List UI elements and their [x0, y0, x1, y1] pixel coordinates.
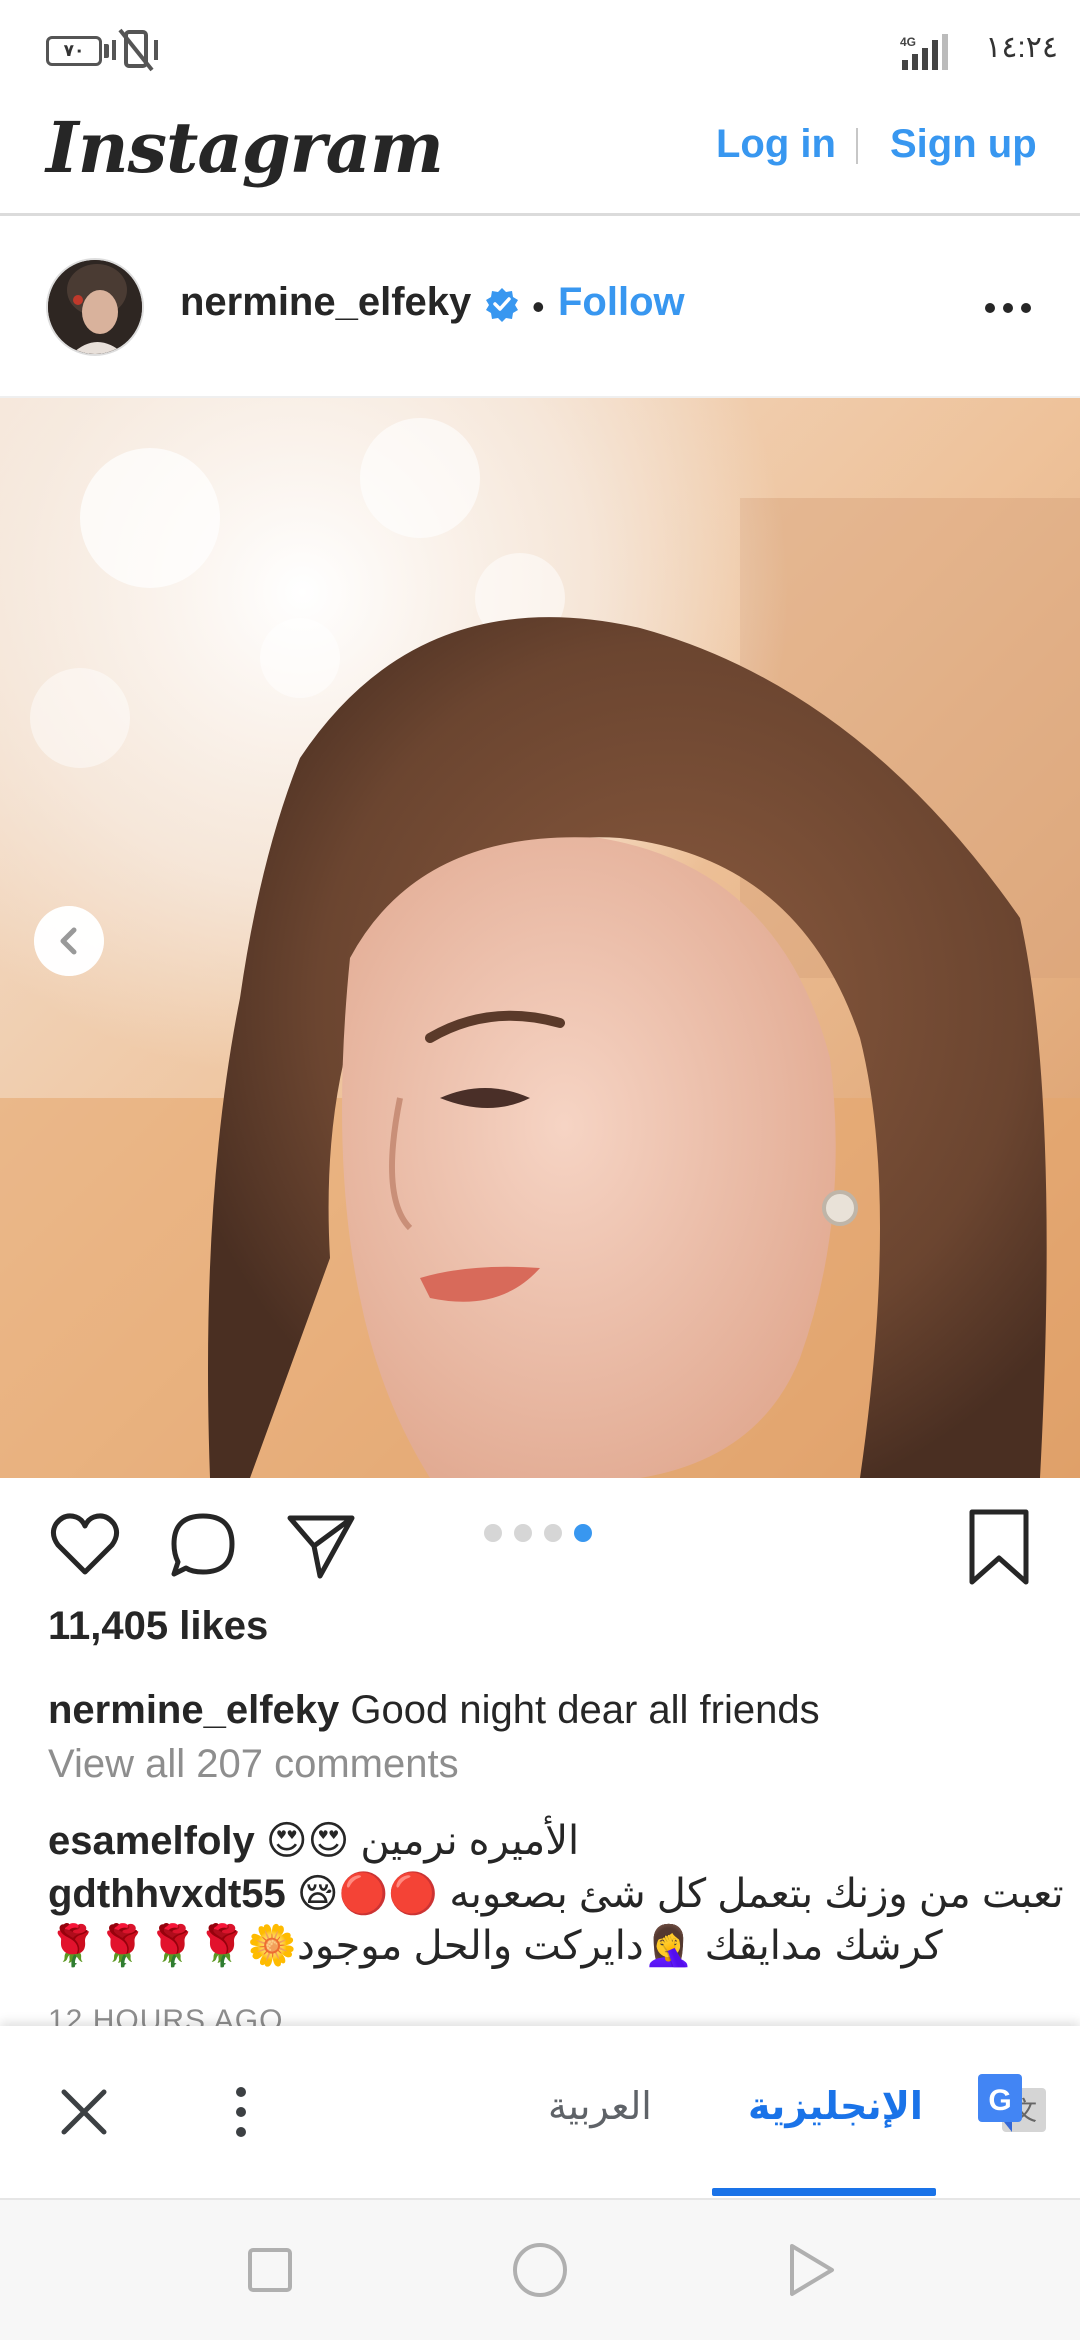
comment-2-continued: 🌹🌹🌹🌹🌼كرشك مدايقك 🤦‍♀️دايركت والحل موجود — [48, 1922, 1038, 1969]
caption-text: Good night dear all friends — [350, 1688, 820, 1732]
carousel-dot — [514, 1524, 532, 1542]
like-heart-icon[interactable] — [48, 1508, 122, 1582]
view-all-comments-link[interactable]: View all 207 comments — [48, 1742, 459, 1787]
verified-badge-icon — [486, 288, 518, 322]
comment-icon[interactable] — [166, 1508, 240, 1582]
target-language-tab[interactable]: الإنجليزية — [748, 2084, 923, 2129]
battery-level: ٧٠ — [63, 41, 85, 60]
back-icon[interactable] — [778, 2238, 842, 2302]
instagram-logo[interactable]: Instagram — [46, 106, 444, 189]
comment-username[interactable]: esamelfoly — [48, 1819, 255, 1863]
more-options-icon[interactable] — [982, 288, 1034, 328]
bookmark-icon[interactable] — [966, 1508, 1032, 1586]
post-caption: nermine_elfeky Good night dear all frien… — [48, 1688, 820, 1733]
clock: ١٤:٢٤ — [985, 31, 1058, 64]
post-photo[interactable] — [0, 398, 1080, 1478]
mute-icon — [112, 28, 158, 72]
comment-text: 😪🔴🔴 تعبت من وزنك بتعمل كل شئ بصعوبه — [296, 1872, 1064, 1916]
carousel-dot — [484, 1524, 502, 1542]
login-link[interactable]: Log in — [716, 122, 836, 167]
carousel-dot — [544, 1524, 562, 1542]
close-icon[interactable] — [56, 2084, 112, 2140]
active-tab-indicator — [712, 2188, 936, 2196]
signup-link[interactable]: Sign up — [890, 122, 1037, 167]
caption-username[interactable]: nermine_elfeky — [48, 1688, 339, 1732]
home-icon[interactable] — [508, 2238, 572, 2302]
comment-text: 😍😍 الأميره نرمين — [265, 1819, 580, 1863]
overflow-menu-icon[interactable] — [226, 2082, 256, 2142]
post-username[interactable]: nermine_elfeky — [180, 280, 471, 325]
separator-dot: • — [532, 286, 545, 327]
comment-2: gdthhvxdt55 😪🔴🔴 تعبت من وزنك بتعمل كل شئ… — [48, 1870, 1064, 1917]
share-icon[interactable] — [284, 1508, 358, 1582]
comment-1: esamelfoly 😍😍 الأميره نرمين — [48, 1818, 1038, 1864]
carousel-indicator — [484, 1524, 594, 1542]
svg-text:4G: 4G — [900, 35, 916, 49]
follow-button[interactable]: Follow — [558, 280, 685, 325]
signal-icon: 4G — [900, 34, 948, 70]
comment-username[interactable]: gdthhvxdt55 — [48, 1872, 286, 1916]
header-divider — [856, 128, 858, 164]
comment-text: 🌹🌹🌹🌹🌼كرشك مدايقك 🤦‍♀️دايركت والحل موجود — [48, 1924, 943, 1968]
recent-apps-icon[interactable] — [238, 2238, 302, 2302]
svg-text:G: G — [988, 2084, 1011, 2117]
google-translate-icon[interactable]: 文 G — [974, 2070, 1050, 2146]
previous-photo-button[interactable] — [34, 906, 104, 976]
source-language-tab[interactable]: العربية — [548, 2084, 652, 2129]
avatar[interactable] — [46, 258, 144, 356]
post-timestamp: 12 HOURS AGO — [48, 2004, 284, 2028]
carousel-dot-active — [574, 1524, 592, 1542]
likes-count[interactable]: 11,405 likes — [48, 1604, 268, 1649]
